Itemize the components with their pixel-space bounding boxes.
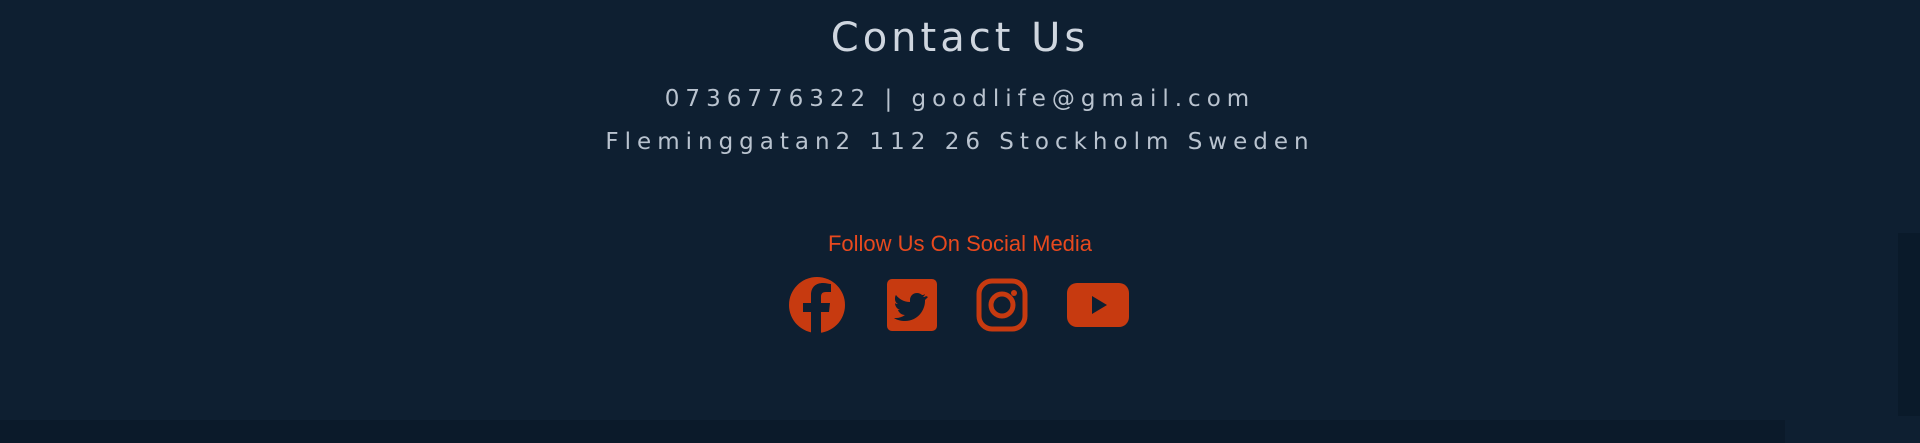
social-title: Follow Us On Social Media [827, 231, 1093, 256]
youtube-link[interactable] [1066, 274, 1130, 336]
youtube-icon [1067, 283, 1129, 327]
contact-footer: Contact Us 0736776322 | goodlife@gmail.c… [0, 0, 1920, 443]
bottom-strip [0, 420, 1785, 443]
facebook-link[interactable] [788, 274, 846, 336]
contact-title: Contact Us [830, 15, 1090, 61]
twitter-icon [887, 279, 937, 331]
facebook-icon [789, 277, 845, 336]
instagram-link[interactable] [975, 274, 1029, 336]
contact-phone-email: 0736776322 | goodlife@gmail.com [664, 86, 1256, 112]
contact-address: Fleminggatan2 112 26 Stockholm Sweden [605, 129, 1315, 155]
twitter-link[interactable] [885, 274, 939, 336]
side-scroll-strip [1898, 233, 1920, 416]
social-icons [0, 274, 1920, 336]
instagram-icon [976, 278, 1028, 332]
